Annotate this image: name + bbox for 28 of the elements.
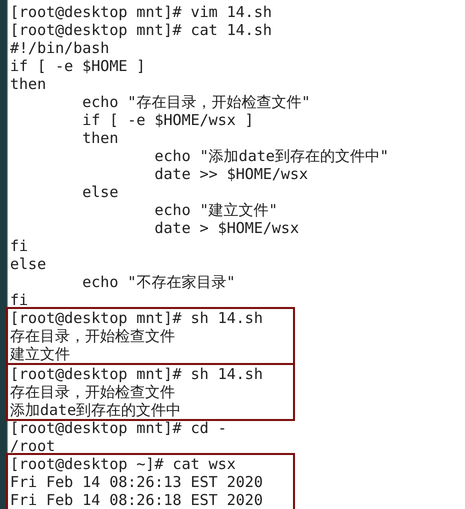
terminal-line: echo "添加date到存在的文件中"	[154, 147, 389, 165]
terminal-line: date > $HOME/wsx	[154, 219, 300, 237]
terminal-line: #!/bin/bash	[10, 39, 110, 57]
terminal-line: then	[81, 129, 120, 147]
terminal-line: [root@desktop ~]# cat wsx	[10, 455, 237, 473]
terminal-line: then	[10, 75, 48, 93]
terminal-line: else	[10, 255, 48, 273]
terminal-line: fi	[10, 237, 30, 255]
terminal-line: echo "不存在家目录"	[81, 273, 236, 291]
terminal-line: [root@desktop mnt]# vim 14.sh	[10, 3, 273, 21]
terminal-line: else	[81, 183, 120, 201]
terminal-line: if [ -e $HOME ]	[10, 57, 146, 75]
terminal-line: Fri Feb 14 08:26:13 EST 2020	[10, 473, 263, 491]
terminal-line: if [ -e $HOME/wsx ]	[81, 111, 255, 129]
terminal-line: [root@desktop mnt]# cd -	[10, 419, 227, 437]
terminal-line: 存在目录，开始检查文件	[10, 327, 176, 345]
terminal-line: Fri Feb 14 08:26:18 EST 2020	[10, 491, 263, 509]
terminal-line: echo "存在目录，开始检查文件"	[81, 93, 312, 111]
terminal-line: fi	[10, 291, 30, 309]
terminal-line: 添加date到存在的文件中	[10, 401, 182, 419]
terminal-line: 存在目录，开始检查文件	[10, 383, 176, 401]
terminal-line: /root	[10, 437, 56, 455]
terminal-line: echo "建立文件"	[154, 201, 279, 219]
terminal-line: date >> $HOME/wsx	[154, 165, 310, 183]
terminal-line: [root@desktop mnt]# sh 14.sh	[10, 309, 263, 327]
terminal-line: [root@desktop mnt]# sh 14.sh	[10, 365, 263, 383]
terminal-line: [root@desktop mnt]# cat 14.sh	[10, 21, 273, 39]
terminal-line: 建立文件	[10, 345, 71, 363]
